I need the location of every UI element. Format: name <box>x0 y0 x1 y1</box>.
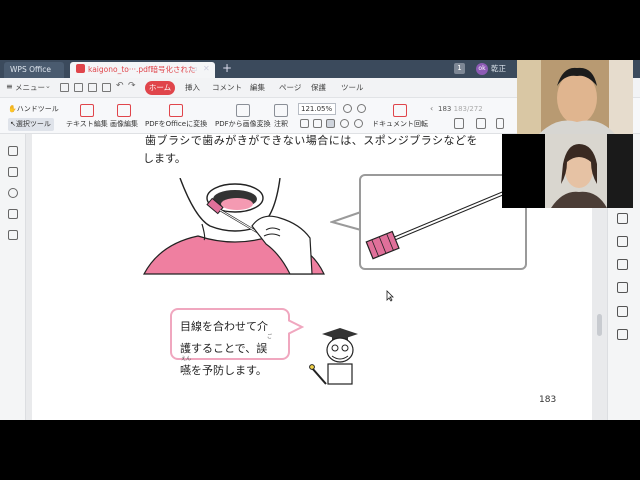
menu-insert[interactable]: 挿入 <box>185 82 200 93</box>
tab-display-icon[interactable]: ▭ <box>190 64 198 73</box>
annotate-label: 注釈 <box>274 120 288 128</box>
annotate-icon <box>274 104 288 117</box>
menu-protect[interactable]: 保護 <box>311 82 326 93</box>
hand-icon: ✋ <box>8 105 17 113</box>
edit-doc-icon[interactable] <box>617 236 628 247</box>
menu-button[interactable]: メニュー <box>15 82 45 93</box>
participant-2-video <box>545 134 633 208</box>
menu-edit[interactable]: 編集 <box>250 82 265 93</box>
page-total: 183/272 <box>453 105 483 113</box>
sponge-brush-closeup <box>365 188 512 260</box>
callout-pointer <box>330 211 362 231</box>
menu-tools[interactable]: ツール <box>341 82 364 93</box>
open-icon[interactable] <box>60 83 69 92</box>
text-edit-button[interactable]: テキスト編集 <box>66 104 108 129</box>
professor-illustration <box>309 328 358 385</box>
page-current: 183 <box>438 105 452 113</box>
signature-icon[interactable] <box>8 209 18 219</box>
page-number: 183 <box>539 395 557 405</box>
hand-tool-label: ハンドツール <box>16 105 59 113</box>
bottom-black-band <box>0 420 640 480</box>
undo-icon[interactable]: ↶ <box>116 81 124 91</box>
attachment-icon[interactable] <box>8 188 18 198</box>
fit-width-icon[interactable] <box>313 119 322 128</box>
document-tab-title: kaigono_to···.pdf暗号化された <box>88 65 196 74</box>
pdf-to-image-label: PDFから画像変換 <box>215 120 271 128</box>
continuous-view-icon[interactable] <box>496 118 504 129</box>
ruby-go: ご <box>267 334 273 340</box>
video-tile-gap <box>502 134 545 208</box>
zoom-in-icon[interactable] <box>343 104 352 113</box>
menu-side-icon[interactable] <box>617 329 628 340</box>
patient-illustration <box>142 178 325 275</box>
double-view-icon[interactable] <box>476 118 486 129</box>
zoom-input[interactable]: 121.05% <box>298 103 336 115</box>
avatar[interactable]: ok <box>476 63 488 75</box>
text-edit-label: テキスト編集 <box>66 120 108 128</box>
image-edit-label: 画像編集 <box>110 120 138 128</box>
pdf-icon <box>76 64 85 73</box>
text-edit-icon <box>79 104 94 117</box>
tip-line-2: 護することで、誤 <box>180 342 268 355</box>
menu-page[interactable]: ページ <box>279 82 301 93</box>
prev-page-icon[interactable]: ‹ <box>430 104 433 113</box>
chevron-down-icon[interactable]: ⌄ <box>45 82 51 90</box>
user-name[interactable]: 乾正 <box>491 63 506 74</box>
fit-page-icon[interactable] <box>300 119 309 128</box>
top-black-band <box>0 0 640 60</box>
pdf-to-image-button[interactable]: PDFから画像変換 <box>215 104 271 129</box>
print-preview-icon[interactable] <box>102 83 111 92</box>
doc-rotate-label: ドキュメント回転 <box>372 120 428 128</box>
save-icon[interactable] <box>74 83 83 92</box>
pdf-to-office-label: PDFをOfficeに変換 <box>145 120 208 128</box>
compare-icon[interactable] <box>617 282 628 293</box>
ruby-en: えん <box>181 356 192 362</box>
video-tile-participant-2[interactable] <box>545 134 633 208</box>
print-icon[interactable] <box>88 83 97 92</box>
image-icon <box>235 104 250 117</box>
rotate-left-icon[interactable] <box>340 119 349 128</box>
single-page-icon[interactable] <box>326 119 335 128</box>
page-number-input[interactable]: 183 183/272 <box>438 103 500 115</box>
video-tile-participant-1[interactable] <box>517 60 633 134</box>
layers-icon[interactable] <box>8 230 18 240</box>
scrollbar-thumb[interactable] <box>597 314 602 336</box>
pdf-convert-icon <box>169 104 184 117</box>
single-view-icon[interactable] <box>454 118 464 129</box>
zoom-out-icon[interactable] <box>357 104 366 113</box>
pdf-to-office-button[interactable]: PDFをOfficeに変換 <box>145 104 207 129</box>
export-icon[interactable] <box>617 213 628 224</box>
thumbnail-icon[interactable] <box>8 167 18 177</box>
tab-close-icon[interactable]: ✕ <box>203 64 210 73</box>
menu-home[interactable]: ホーム <box>145 81 175 95</box>
annotate-button[interactable]: 注釈 <box>274 104 288 129</box>
body-text-line-1: 歯ブラシで歯みがきができない場合には、スポンジブラシなどを <box>145 134 479 147</box>
speech-tail <box>288 319 304 335</box>
body-text-line-2: します。 <box>143 152 186 165</box>
bookmark-icon[interactable] <box>8 146 18 156</box>
print-side-icon[interactable] <box>617 306 628 317</box>
document-rotate-icon <box>393 104 407 117</box>
new-tab-icon[interactable]: + <box>222 61 232 75</box>
redo-icon[interactable]: ↷ <box>128 81 136 91</box>
participant-1-video <box>517 60 633 134</box>
tab-wps-office[interactable]: WPS Office <box>4 62 64 78</box>
image-edit-icon <box>117 104 131 117</box>
hamburger-icon[interactable]: ≡ <box>6 82 13 91</box>
rotate-right-icon[interactable] <box>354 119 363 128</box>
select-tool-label: 選択ツール <box>15 120 51 128</box>
tip-line-3: 嚥を予防します。 <box>180 364 267 377</box>
doc-rotate-button[interactable]: ドキュメント回転 <box>372 104 428 129</box>
select-tool-button[interactable]: ↖選択ツール <box>8 118 54 131</box>
pen-icon[interactable] <box>617 259 628 270</box>
tip-line-1: 目線を合わせて介 <box>180 320 268 333</box>
mouse-cursor-icon <box>386 290 394 302</box>
image-edit-button[interactable]: 画像編集 <box>110 104 138 129</box>
tab-count-badge[interactable]: 1 <box>454 63 465 74</box>
hand-tool-button[interactable]: ✋ハンドツール <box>8 104 59 114</box>
menu-comment[interactable]: コメント <box>212 82 242 93</box>
